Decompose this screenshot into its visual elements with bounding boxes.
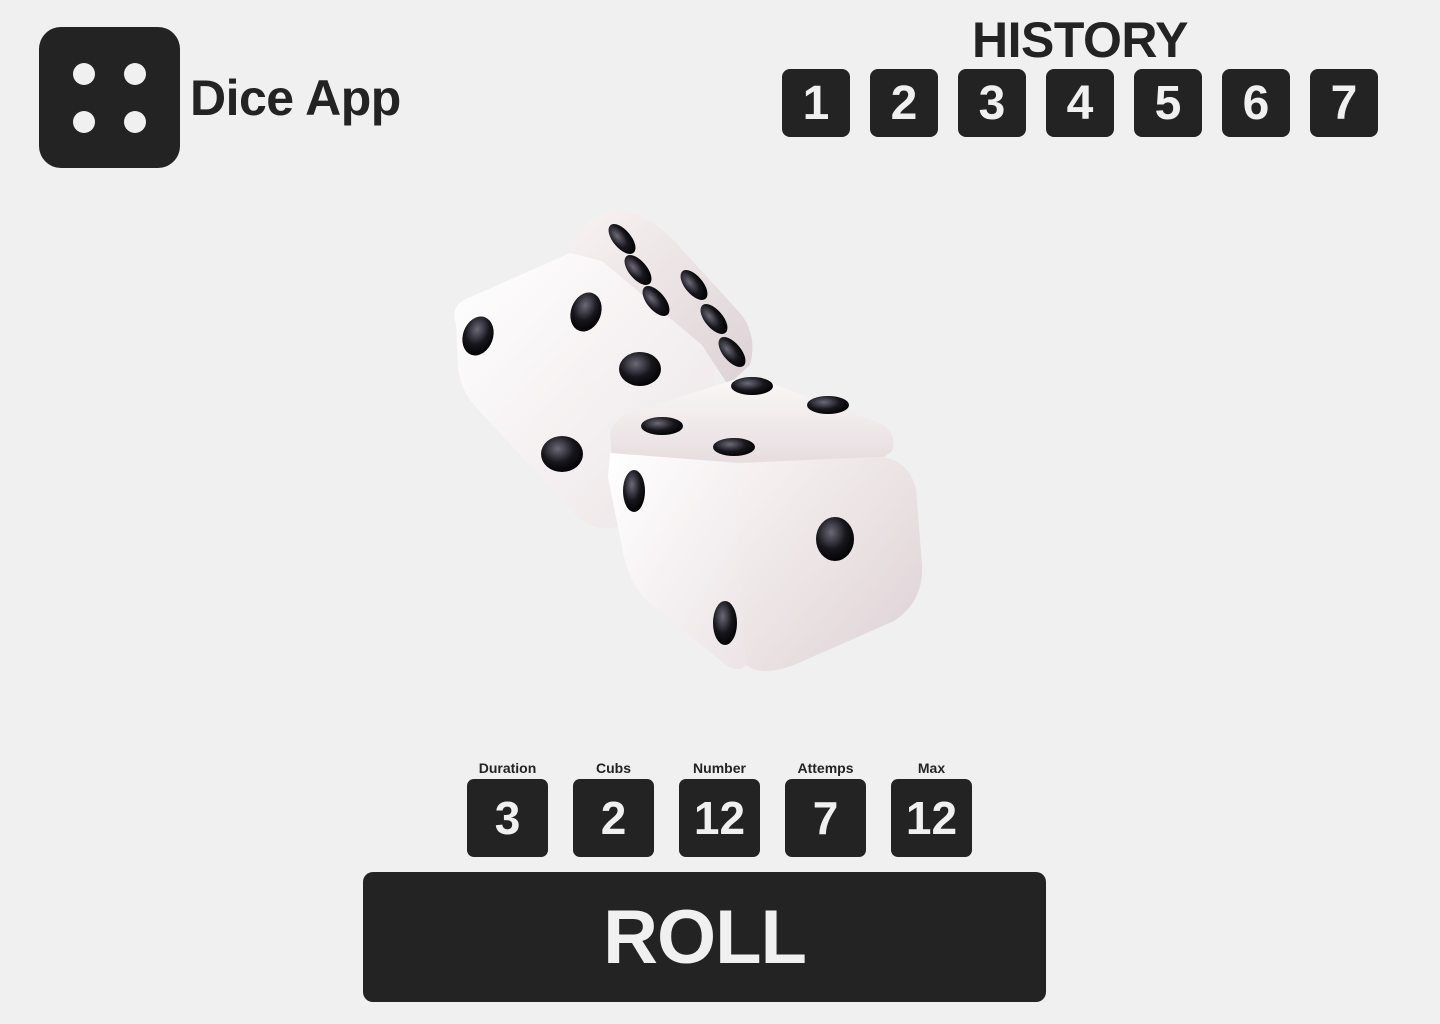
history-item[interactable]: 6 [1222,69,1290,137]
dice-four-icon [39,27,180,168]
roll-button[interactable]: ROLL [363,872,1046,1002]
history-item[interactable]: 7 [1310,69,1378,137]
app-title: Dice App [190,70,401,126]
stat-label: Number [693,760,746,776]
stat-value: 2 [573,779,654,857]
front-die [608,377,923,671]
stat-label: Attemps [797,760,854,776]
history-item[interactable]: 2 [870,69,938,137]
stats-row: Duration 3 Cubs 2 Number 12 Attemps 7 Ma… [467,758,972,857]
stat-number: Number 12 [679,758,760,857]
history-item[interactable]: 3 [958,69,1026,137]
stat-label: Max [917,760,946,776]
logo-pip [124,111,146,133]
stat-attemps: Attemps 7 [785,758,866,857]
stat-value: 12 [679,779,760,857]
two-dice-icon [454,208,923,671]
history-list: 1 2 3 4 5 6 7 [782,69,1378,137]
history-title: HISTORY [972,12,1188,68]
stat-max: Max 12 [891,758,972,857]
stat-label: Cubs [596,760,631,776]
stat-duration: Duration 3 [467,758,548,857]
dice-app-page: Dice App HISTORY 1 2 3 4 5 6 7 Duration … [0,0,1440,1024]
logo-pip [73,111,95,133]
logo-pip [124,63,146,85]
stat-label: Duration [478,760,537,776]
stat-value: 3 [467,779,548,857]
history-item[interactable]: 5 [1134,69,1202,137]
history-item[interactable]: 1 [782,69,850,137]
logo-pip [73,63,95,85]
stat-value: 12 [891,779,972,857]
stat-value: 7 [785,779,866,857]
history-item[interactable]: 4 [1046,69,1114,137]
stat-cubs: Cubs 2 [573,758,654,857]
